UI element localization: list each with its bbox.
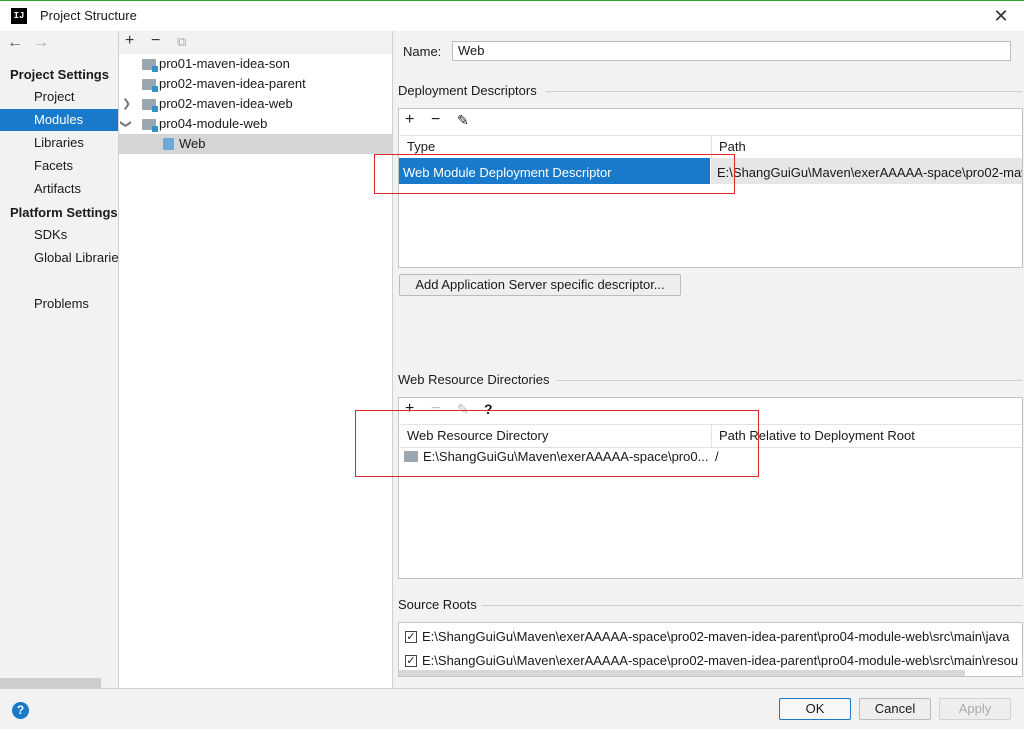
nav-item-sdks[interactable]: SDKs [0, 224, 118, 246]
copy-icon[interactable]: ⧉ [177, 34, 186, 50]
nav-item-global-libraries[interactable]: Global Libraries [0, 247, 118, 269]
window-title: Project Structure [40, 8, 137, 23]
nav-item-artifacts[interactable]: Artifacts [0, 178, 118, 200]
nav-item-project[interactable]: Project [0, 86, 118, 108]
tree-node-pro02-parent[interactable]: pro02-maven-idea-parent [119, 74, 392, 94]
module-folder-icon [142, 59, 158, 72]
column-header-path[interactable]: Path [719, 139, 746, 154]
apply-button[interactable]: Apply [939, 698, 1011, 720]
section-divider [482, 605, 1022, 606]
footer-divider [0, 688, 1024, 689]
remove-icon[interactable]: − [151, 32, 160, 50]
web-facet-icon [163, 138, 174, 150]
module-folder-icon [142, 119, 158, 132]
intellij-logo-icon: IJ [11, 8, 27, 24]
nav-item-problems[interactable]: Problems [0, 293, 118, 315]
tree-node-pro02-web[interactable]: ❯ pro02-maven-idea-web [119, 94, 392, 114]
nav-item-facets[interactable]: Facets [0, 155, 118, 177]
chevron-down-icon[interactable]: ❯ [116, 119, 136, 128]
descriptor-path-cell: E:\ShangGuiGu\Maven\exerAAAAA-space\pro0… [717, 165, 1022, 180]
tree-divider [392, 31, 393, 688]
source-root-path: E:\ShangGuiGu\Maven\exerAAAAA-space\pro0… [422, 653, 1019, 668]
module-folder-icon [142, 99, 158, 112]
chevron-right-icon[interactable]: ❯ [122, 94, 131, 114]
help-icon[interactable]: ? [12, 702, 29, 719]
facet-name-input[interactable]: Web [452, 41, 1011, 61]
horizontal-scrollbar[interactable] [0, 678, 101, 688]
section-divider [557, 380, 1022, 381]
nav-item-modules[interactable]: Modules [0, 109, 118, 131]
source-root-checkbox[interactable]: ✓ [405, 631, 417, 643]
add-icon[interactable]: + [405, 111, 414, 129]
module-folder-icon [142, 79, 158, 92]
horizontal-scrollbar[interactable] [399, 670, 965, 676]
add-icon[interactable]: + [125, 32, 134, 50]
deployment-descriptors-heading: Deployment Descriptors [398, 83, 537, 98]
title-bar: IJ Project Structure ✕ [0, 0, 1024, 31]
web-resource-directories-heading: Web Resource Directories [398, 372, 550, 387]
nav-item-libraries[interactable]: Libraries [0, 132, 118, 154]
source-root-checkbox[interactable]: ✓ [405, 655, 417, 667]
highlight-box [355, 410, 759, 477]
edit-pencil-icon[interactable]: ✎ [457, 112, 469, 129]
remove-icon[interactable]: − [431, 111, 440, 129]
back-arrow-icon[interactable]: ← [7, 34, 23, 52]
name-label: Name: [403, 44, 442, 59]
tree-node-label: pro04-module-web [159, 116, 268, 131]
add-server-descriptor-button[interactable]: Add Application Server specific descript… [399, 274, 681, 296]
highlight-box [374, 154, 735, 194]
source-root-path: E:\ShangGuiGu\Maven\exerAAAAA-space\pro0… [422, 629, 1010, 644]
tree-node-web[interactable]: Web [119, 134, 392, 154]
tree-node-label: pro01-maven-idea-son [159, 56, 290, 71]
tree-node-label: pro02-maven-idea-parent [159, 76, 306, 91]
tree-node-label: Web [179, 136, 206, 151]
project-settings-heading: Project Settings [10, 67, 109, 82]
platform-settings-heading: Platform Settings [10, 205, 118, 220]
source-roots-heading: Source Roots [398, 597, 477, 612]
section-divider [546, 91, 1022, 92]
column-header-type[interactable]: Type [407, 139, 435, 154]
tree-node-pro01[interactable]: pro01-maven-idea-son [119, 54, 392, 74]
close-icon[interactable]: ✕ [990, 5, 1012, 27]
ok-button[interactable]: OK [779, 698, 851, 720]
tree-node-label: pro02-maven-idea-web [159, 96, 293, 111]
forward-arrow-icon[interactable]: → [33, 34, 49, 52]
tree-node-pro04[interactable]: ❯ pro04-module-web [119, 114, 392, 134]
cancel-button[interactable]: Cancel [859, 698, 931, 720]
